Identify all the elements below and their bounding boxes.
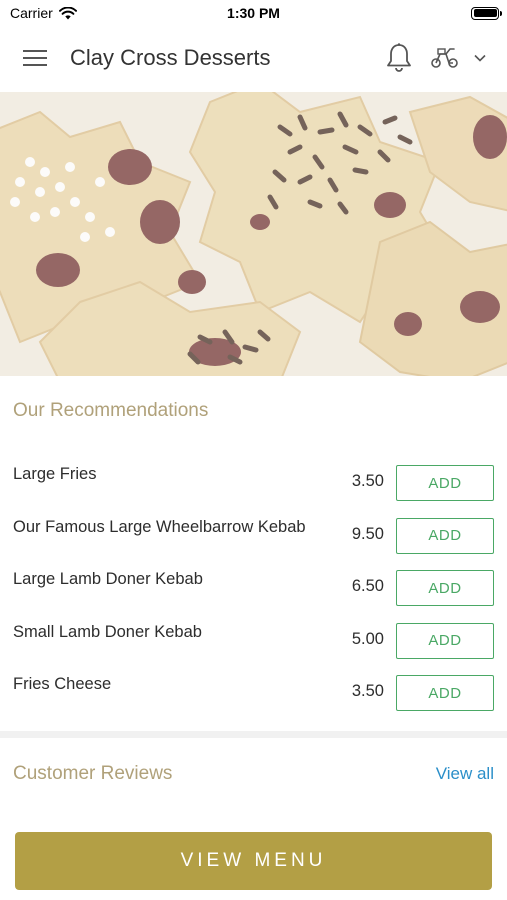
add-button[interactable]: ADD: [396, 517, 494, 554]
list-item: Small Lamb Doner Kebab 5.00 ADD: [0, 613, 507, 666]
item-name: Large Fries: [13, 465, 97, 483]
battery-icon: [471, 6, 502, 20]
bell-icon[interactable]: [384, 42, 414, 74]
recommendations-list: Large Fries 3.50 ADD Our Famous Large Wh…: [0, 455, 507, 718]
hamburger-menu-icon[interactable]: [22, 48, 48, 68]
add-button[interactable]: ADD: [396, 675, 494, 711]
battery-fill: [473, 9, 497, 17]
item-name: Fries Cheese: [13, 675, 112, 693]
reviews-title: Customer Reviews: [13, 763, 173, 784]
order-mode-selector[interactable]: [430, 44, 492, 72]
add-button[interactable]: ADD: [396, 622, 494, 659]
item-price: 6.50: [351, 577, 384, 595]
list-item: Fries Cheese 3.50 ADD: [0, 665, 507, 718]
item-name: Small Lamb Doner Kebab: [13, 622, 202, 641]
list-item: Large Fries 3.50 ADD: [0, 455, 507, 508]
app-header: Clay Cross Desserts: [0, 26, 507, 92]
chevron-down-icon: [474, 54, 486, 62]
carrier-label: Carrier: [10, 5, 53, 21]
list-item: Our Famous Large Wheelbarrow Kebab 9.50 …: [0, 508, 507, 561]
view-all-link[interactable]: View all: [436, 764, 494, 784]
item-name: Large Lamb Doner Kebab: [13, 570, 203, 588]
recommendations-title: Our Recommendations: [13, 400, 209, 421]
status-bar: Carrier 1:30 PM: [0, 0, 507, 26]
scooter-icon: [431, 48, 458, 68]
page-title: Clay Cross Desserts: [70, 45, 271, 70]
item-price: 3.50: [351, 682, 384, 700]
section-divider: [0, 731, 507, 738]
view-menu-button[interactable]: VIEW MENU: [15, 832, 492, 890]
status-left: Carrier: [10, 5, 77, 21]
add-button[interactable]: ADD: [396, 465, 494, 501]
hero-image: [0, 92, 507, 376]
item-price: 3.50: [351, 472, 384, 490]
item-name: Our Famous Large Wheelbarrow Kebab: [13, 517, 306, 536]
list-item: Large Lamb Doner Kebab 6.50 ADD: [0, 560, 507, 613]
item-price: 5.00: [351, 629, 384, 648]
add-button[interactable]: ADD: [396, 570, 494, 606]
wifi-icon: [58, 6, 77, 19]
item-price: 9.50: [351, 524, 384, 543]
